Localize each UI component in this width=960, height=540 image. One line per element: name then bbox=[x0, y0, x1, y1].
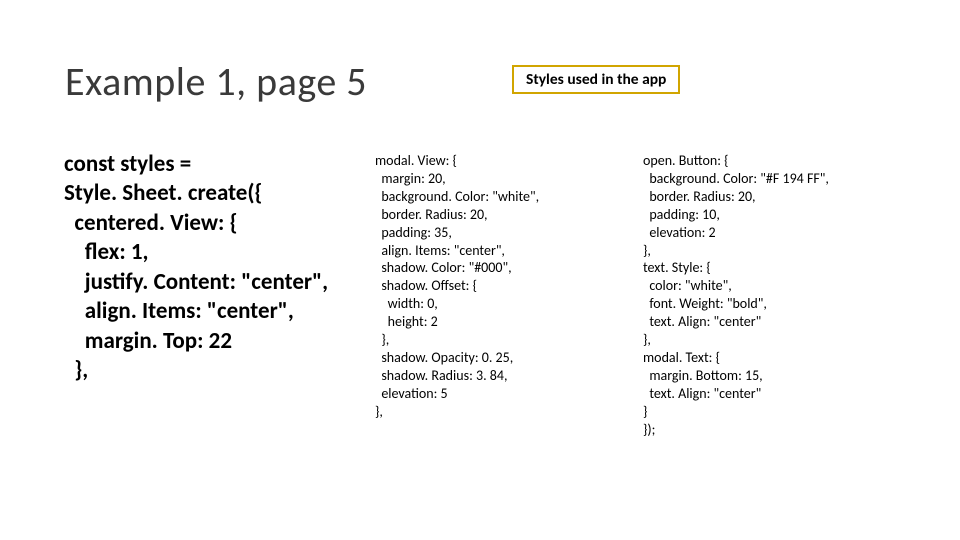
code-column-1: const styles = Style. Sheet. create({ ce… bbox=[64, 150, 328, 386]
caption-text: Styles used in the app bbox=[526, 70, 666, 89]
code-column-3: open. Button: { background. Color: "#F 1… bbox=[643, 152, 829, 439]
slide-title: Example 1, page 5 bbox=[65, 57, 367, 106]
caption-box: Styles used in the app bbox=[512, 65, 680, 94]
code-column-2: modal. View: { margin: 20, background. C… bbox=[375, 152, 539, 421]
